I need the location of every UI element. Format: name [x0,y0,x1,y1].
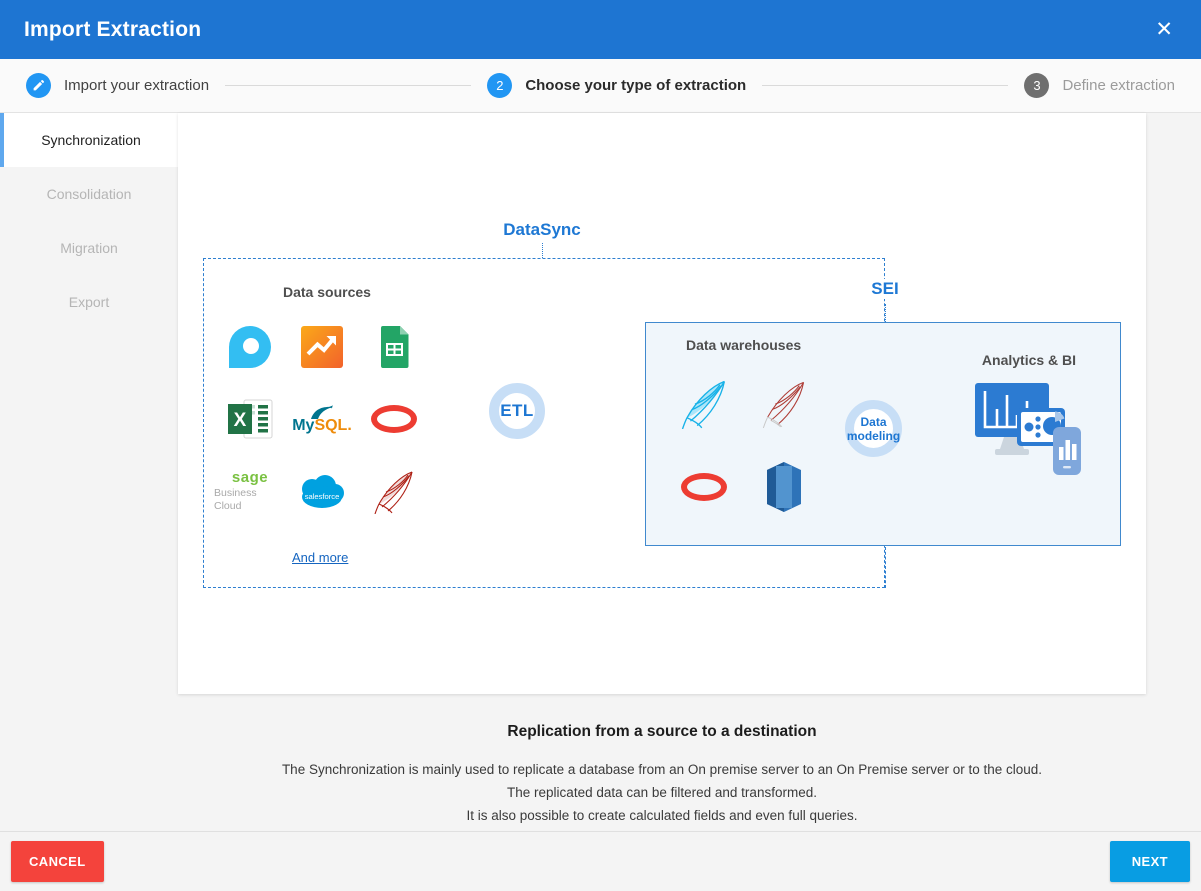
data-sources-grid: X MySQL. sage Business Cloud [214,311,430,527]
sidebar-tab-migration[interactable]: Migration [0,221,178,275]
svg-text:salesforce: salesforce [305,492,340,501]
dialog-title: Import Extraction [24,18,201,42]
description-line-2: The replicated data can be filtered and … [178,781,1146,804]
svg-text:X: X [233,410,246,431]
sql-server-cyan-icon [678,377,730,429]
amazon-redshift-icon [762,461,806,513]
step-1-import: Import your extraction [26,73,209,98]
description-line-3: It is also possible to create calculated… [178,804,1146,827]
dialog-header: Import Extraction ✕ [0,0,1201,59]
data-warehouses-title: Data warehouses [686,337,801,353]
step-1-label: Import your extraction [64,77,209,94]
pencil-icon [32,79,45,92]
step-connector [225,85,471,86]
synchronization-diagram-panel: DataSync Data sources [178,113,1146,694]
data-sources-title: Data sources [283,284,371,300]
datasync-zone-label: DataSync [497,220,586,240]
sei-box: Data warehouses [645,322,1121,546]
sidebar-tab-export[interactable]: Export [0,275,178,329]
sei-zone-label: SEI [865,279,904,299]
synchronization-description: Replication from a source to a destinati… [178,694,1146,827]
sidebar-tab-synchronization[interactable]: Synchronization [0,113,178,167]
data-warehouses-grid [664,361,824,529]
sql-server-red-icon [759,378,809,428]
etl-circle: ETL [489,383,545,439]
excel-icon: X [228,399,273,439]
blue-drop-app-icon [229,326,271,368]
extraction-type-sidebar: Synchronization Consolidation Migration … [0,113,178,831]
google-analytics-icon [301,326,343,368]
sage-business-cloud-icon: sage Business Cloud [214,469,286,514]
dialog-footer: CANCEL NEXT [0,831,1201,891]
cancel-button[interactable]: CANCEL [11,841,104,882]
oracle-icon [371,405,417,433]
datasync-connector-line [542,243,543,258]
description-line-1: The Synchronization is mainly used to re… [178,758,1146,781]
close-icon[interactable]: ✕ [1151,15,1177,44]
import-extraction-dialog: Import Extraction ✕ Import your extracti… [0,0,1201,891]
google-sheets-icon [378,326,411,368]
analytics-bi-title: Analytics & BI [964,352,1094,368]
salesforce-icon: salesforce [297,473,347,509]
step-2-choose-type: 2 Choose your type of extraction [487,73,746,98]
blue-drop-dot [243,338,259,354]
sei-connector-line [885,304,886,322]
sidebar-tab-consolidation[interactable]: Consolidation [0,167,178,221]
description-title: Replication from a source to a destinati… [178,723,1146,741]
analytics-bi-devices-icon [973,381,1085,481]
data-modeling-circle: Data modeling [845,400,902,457]
wizard-stepper: Import your extraction 2 Choose your typ… [0,59,1201,113]
step-connector [762,85,1008,86]
step-2-label: Choose your type of extraction [525,77,746,94]
step-3-define: 3 Define extraction [1024,73,1175,98]
step-2-circle: 2 [487,73,512,98]
mysql-wordmark: MySQL. [292,418,352,434]
step-3-circle: 3 [1024,73,1049,98]
sei-boundary-line-bottom [885,547,886,588]
step-1-circle [26,73,51,98]
next-button[interactable]: NEXT [1110,841,1190,882]
mysql-icon: MySQL. [292,405,352,434]
main-content: DataSync Data sources [178,113,1201,831]
and-more-link[interactable]: And more [292,550,348,565]
step-3-label: Define extraction [1062,77,1175,94]
sql-server-icon [371,468,417,514]
oracle-warehouse-icon [681,473,727,501]
dialog-body: Synchronization Consolidation Migration … [0,113,1201,831]
